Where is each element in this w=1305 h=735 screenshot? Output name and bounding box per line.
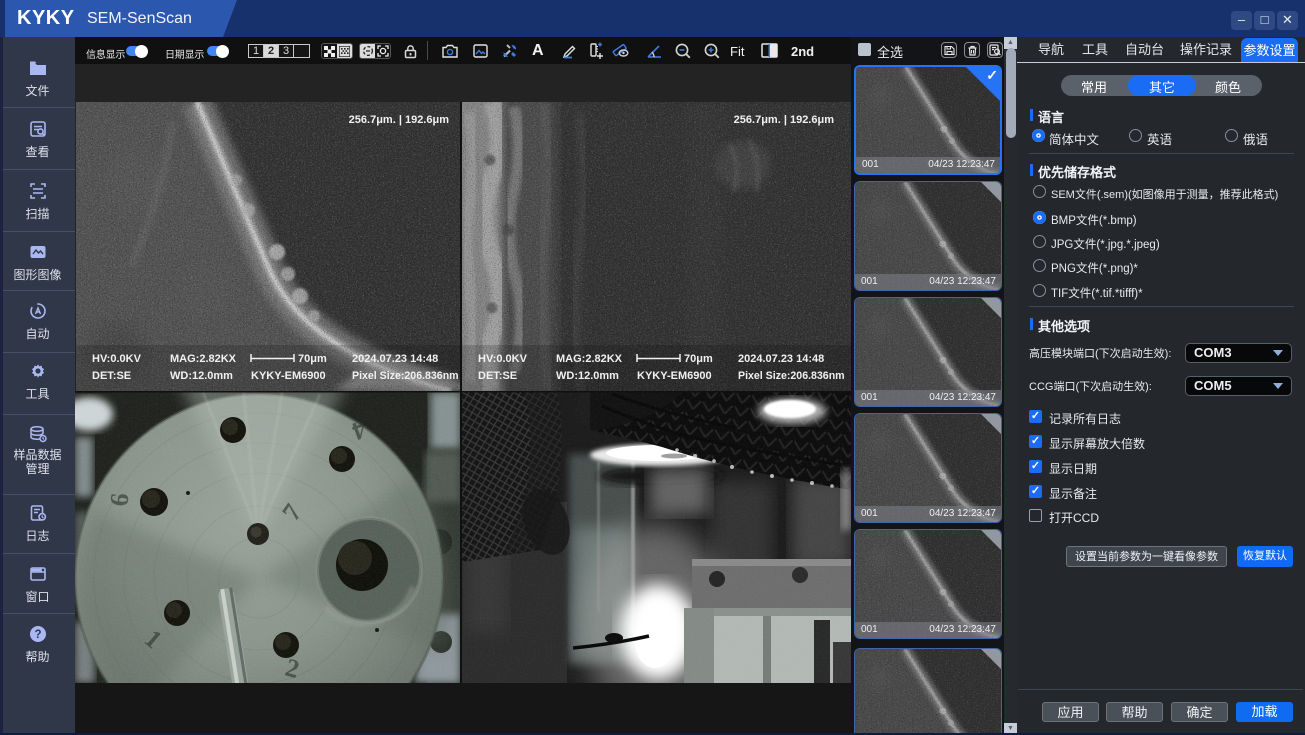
svg-text:256.7μm. | 192.6μm: 256.7μm. | 192.6μm	[349, 114, 450, 126]
svg-text:256.7μm. | 192.6μm: 256.7μm. | 192.6μm	[734, 114, 835, 126]
svg-text:?: ?	[34, 629, 41, 641]
